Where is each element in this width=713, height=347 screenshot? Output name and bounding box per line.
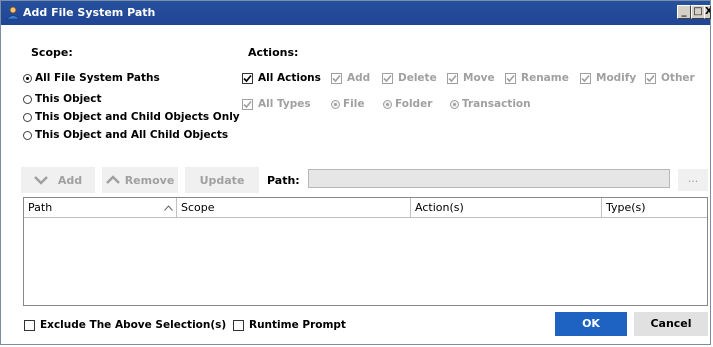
radio-type-file[interactable]: File bbox=[331, 98, 365, 110]
path-label: Path: bbox=[267, 174, 300, 187]
scope-label: Scope: bbox=[31, 46, 73, 59]
radio-selected-icon[interactable] bbox=[331, 99, 340, 109]
checkbox-checked-icon[interactable] bbox=[505, 72, 516, 84]
checkbox-checked-icon[interactable] bbox=[447, 72, 458, 84]
radio-scope-all-child[interactable]: This Object and All Child Objects bbox=[23, 129, 228, 141]
chevron-up-icon bbox=[105, 175, 120, 184]
sort-up-icon bbox=[164, 205, 173, 211]
column-header-scope[interactable]: Scope bbox=[177, 198, 411, 217]
actions-label: Actions: bbox=[248, 46, 299, 59]
add-button[interactable]: Add bbox=[21, 167, 95, 193]
minimize-button[interactable]: _ bbox=[677, 5, 691, 19]
checkbox-action-add[interactable]: Add bbox=[331, 72, 370, 84]
checkbox-all-types[interactable]: All Types bbox=[242, 98, 311, 110]
radio-scope-all-paths[interactable]: All File System Paths bbox=[23, 72, 160, 84]
radio-scope-this-object[interactable]: This Object bbox=[23, 93, 102, 105]
radio-icon[interactable] bbox=[23, 130, 32, 140]
window-title: Add File System Path bbox=[23, 6, 156, 19]
checkbox-checked-icon[interactable] bbox=[331, 72, 342, 84]
close-button[interactable]: X bbox=[704, 5, 711, 19]
checkbox-exclude-selection[interactable]: Exclude The Above Selection(s) bbox=[24, 319, 226, 331]
checkbox-action-delete[interactable]: Delete bbox=[382, 72, 437, 84]
checkbox-checked-icon[interactable] bbox=[645, 72, 656, 84]
radio-selected-icon[interactable] bbox=[383, 99, 392, 109]
checkbox-checked-icon[interactable] bbox=[580, 72, 591, 84]
add-file-system-path-dialog: Add File System Path _ □ X Scope: All Fi… bbox=[0, 0, 711, 345]
column-header-path[interactable]: Path bbox=[24, 198, 177, 217]
title-bar[interactable]: Add File System Path _ □ X bbox=[1, 1, 711, 25]
radio-selected-icon[interactable] bbox=[23, 73, 32, 83]
cancel-button[interactable]: Cancel bbox=[634, 312, 708, 336]
checkbox-checked-icon[interactable] bbox=[242, 98, 253, 110]
checkbox-icon[interactable] bbox=[233, 319, 244, 331]
browse-button[interactable]: ... bbox=[678, 169, 708, 191]
app-user-icon bbox=[6, 6, 20, 20]
chevron-down-icon bbox=[33, 176, 48, 185]
column-header-types[interactable]: Type(s) bbox=[602, 198, 707, 217]
checkbox-action-rename[interactable]: Rename bbox=[505, 72, 569, 84]
radio-type-folder[interactable]: Folder bbox=[383, 98, 432, 110]
checkbox-checked-icon[interactable] bbox=[382, 72, 393, 84]
checkbox-icon[interactable] bbox=[24, 319, 35, 331]
checkbox-action-modify[interactable]: Modify bbox=[580, 72, 636, 84]
column-header-actions[interactable]: Action(s) bbox=[411, 198, 602, 217]
maximize-button[interactable]: □ bbox=[691, 5, 705, 19]
table-header: Path Scope Action(s) Type(s) bbox=[24, 198, 707, 218]
path-input[interactable] bbox=[308, 169, 670, 188]
radio-type-transaction[interactable]: Transaction bbox=[450, 98, 531, 110]
radio-icon[interactable] bbox=[23, 94, 32, 104]
remove-button[interactable]: Remove bbox=[102, 167, 178, 193]
radio-icon[interactable] bbox=[23, 112, 32, 122]
checkbox-action-move[interactable]: Move bbox=[447, 72, 495, 84]
update-button[interactable]: Update bbox=[185, 167, 259, 193]
checkbox-action-other[interactable]: Other bbox=[645, 72, 695, 84]
ok-button[interactable]: OK bbox=[555, 312, 627, 336]
checkbox-runtime-prompt[interactable]: Runtime Prompt bbox=[233, 319, 346, 331]
paths-table[interactable]: Path Scope Action(s) Type(s) bbox=[23, 197, 708, 306]
checkbox-checked-icon[interactable] bbox=[242, 72, 253, 84]
radio-selected-icon[interactable] bbox=[450, 99, 459, 109]
checkbox-all-actions[interactable]: All Actions bbox=[242, 72, 321, 84]
radio-scope-child-only[interactable]: This Object and Child Objects Only bbox=[23, 111, 240, 123]
